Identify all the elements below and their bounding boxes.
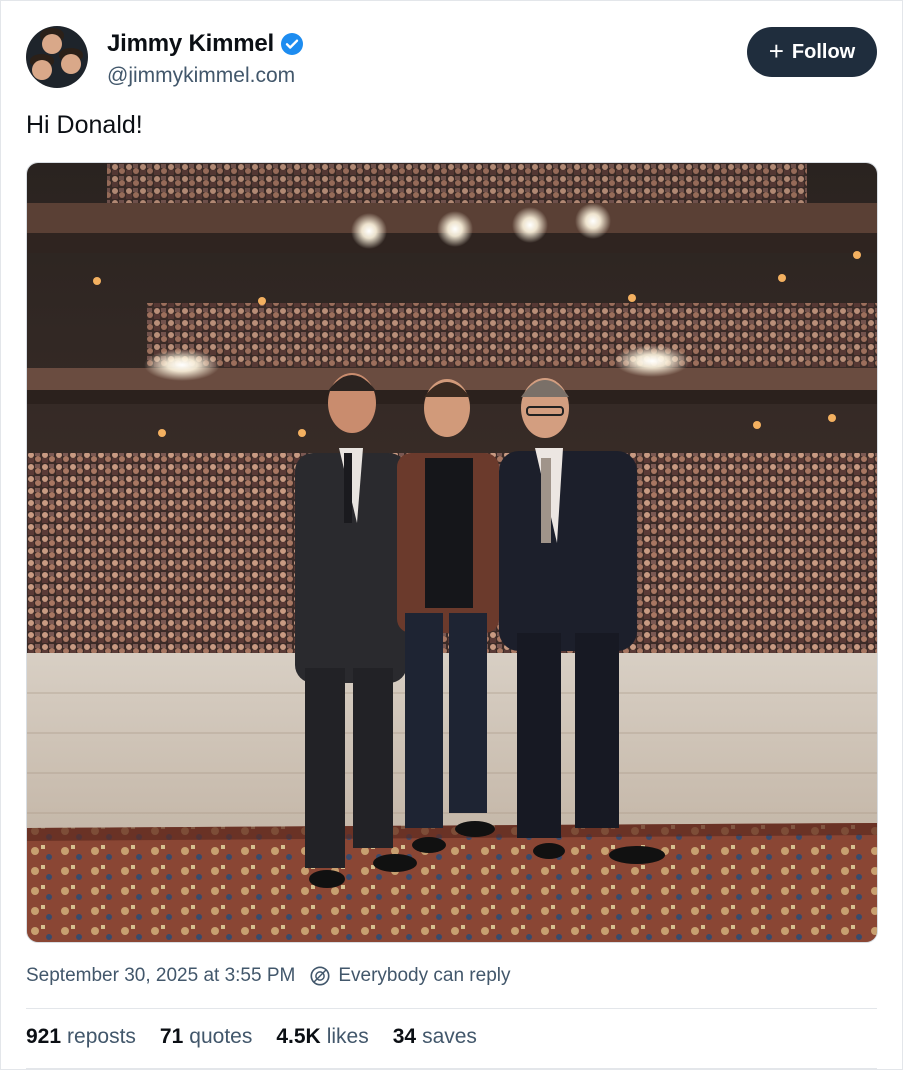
quotes-label: quotes: [189, 1025, 253, 1048]
stage-photo-image: [27, 163, 877, 942]
reply-restriction-icon: [310, 966, 330, 986]
avatar-face: [32, 60, 52, 80]
post-timestamp[interactable]: September 30, 2025 at 3:55 PM: [26, 965, 295, 987]
quotes-count: 71: [159, 1025, 184, 1048]
reposts-count: 921: [26, 1025, 62, 1048]
author-name-row: Jimmy Kimmel: [107, 30, 304, 58]
quotes-stat[interactable]: 71 quotes: [160, 1025, 252, 1049]
follow-button[interactable]: + Follow: [747, 27, 877, 77]
post-stats: 921 reposts 71 quotes 4.5K likes 34 saves: [26, 1025, 477, 1049]
follow-button-label: Follow: [791, 40, 856, 63]
avatar-face: [61, 54, 81, 74]
stats-divider-bottom: [26, 1068, 877, 1069]
likes-count: 4.5K: [276, 1025, 321, 1048]
post-header: Jimmy Kimmel @jimmykimmel.com + Follow: [26, 26, 877, 90]
saves-count: 34: [392, 1025, 417, 1048]
post-card: Jimmy Kimmel @jimmykimmel.com + Follow H…: [0, 0, 903, 1070]
post-image[interactable]: [26, 162, 878, 943]
verified-badge-icon: [281, 33, 304, 55]
stats-divider-top: [26, 1008, 877, 1009]
saves-stat[interactable]: 34 saves: [393, 1025, 477, 1049]
saves-label: saves: [422, 1025, 477, 1048]
reply-setting-label[interactable]: Everybody can reply: [338, 965, 510, 987]
author-handle[interactable]: @jimmykimmel.com: [107, 64, 295, 88]
likes-stat[interactable]: 4.5K likes: [276, 1025, 368, 1049]
author-display-name[interactable]: Jimmy Kimmel: [107, 30, 274, 58]
plus-icon: +: [768, 36, 784, 66]
avatar[interactable]: [26, 26, 88, 88]
likes-label: likes: [326, 1025, 369, 1048]
post-text: Hi Donald!: [26, 111, 143, 139]
reposts-stat[interactable]: 921 reposts: [26, 1025, 136, 1049]
post-meta: September 30, 2025 at 3:55 PM Everybody …: [26, 965, 511, 987]
reposts-label: reposts: [67, 1025, 136, 1048]
